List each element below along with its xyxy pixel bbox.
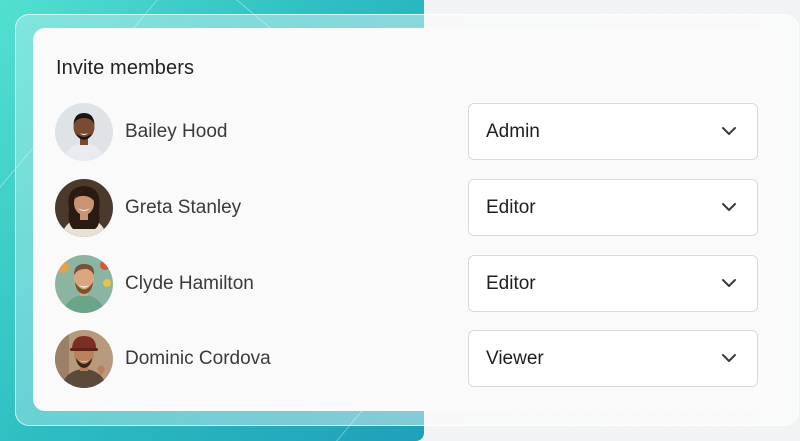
role-select-value: Admin [486, 121, 540, 142]
panel-title: Invite members [56, 57, 195, 79]
avatar-photo-icon [55, 255, 113, 313]
invite-members-card: Invite members Bailey Hood Admin Greta S… [33, 28, 783, 411]
chevron-down-icon [722, 127, 736, 135]
member-name: Clyde Hamilton [125, 273, 254, 294]
chevron-down-icon [722, 354, 736, 362]
avatar-photo-icon [55, 330, 113, 388]
role-select[interactable]: Viewer [468, 330, 758, 387]
chevron-down-icon [722, 203, 736, 211]
role-select[interactable]: Admin [468, 103, 758, 160]
role-select-value: Editor [486, 273, 536, 294]
member-row: Bailey Hood Admin [55, 103, 760, 161]
member-row: Clyde Hamilton Editor [55, 255, 760, 313]
member-avatar [55, 103, 113, 161]
member-row: Dominic Cordova Viewer [55, 330, 760, 388]
member-name: Greta Stanley [125, 197, 242, 218]
member-name: Dominic Cordova [125, 348, 271, 369]
member-name: Bailey Hood [125, 121, 228, 142]
member-row: Greta Stanley Editor [55, 179, 760, 237]
role-select[interactable]: Editor [468, 255, 758, 312]
member-avatar [55, 179, 113, 237]
role-select-value: Viewer [486, 348, 544, 369]
avatar-photo-icon [55, 103, 113, 161]
member-avatar [55, 255, 113, 313]
role-select[interactable]: Editor [468, 179, 758, 236]
role-select-value: Editor [486, 197, 536, 218]
avatar-photo-icon [55, 179, 113, 237]
chevron-down-icon [722, 279, 736, 287]
member-avatar [55, 330, 113, 388]
